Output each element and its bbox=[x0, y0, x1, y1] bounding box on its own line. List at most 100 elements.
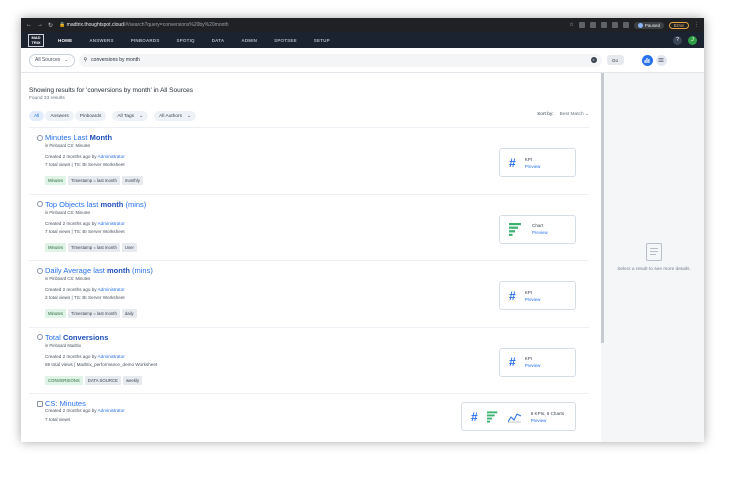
result-title[interactable]: Total Conversions bbox=[45, 333, 108, 342]
result-item[interactable]: Minutes Last Month in Pinboard CS: Minut… bbox=[29, 127, 589, 194]
pinboard-icon bbox=[37, 134, 43, 141]
author-link[interactable]: Administrator bbox=[98, 221, 125, 226]
preview-link[interactable]: Preview bbox=[525, 297, 541, 302]
result-created: Created 2 months ago by Administrator bbox=[45, 154, 125, 159]
document-icon bbox=[646, 243, 662, 261]
result-item[interactable]: Top Objects last month (mins) in Pinboar… bbox=[29, 193, 589, 261]
chevron-down-icon: ⌄ bbox=[584, 112, 589, 117]
user-avatar[interactable]: J bbox=[688, 35, 697, 45]
star-icon[interactable]: ☆ bbox=[569, 22, 573, 28]
result-location: in Pinboard CS: Minutes bbox=[45, 276, 91, 281]
result-views: 69 total views | Madtrix_performance_dem… bbox=[45, 361, 158, 367]
profile-avatar bbox=[637, 22, 643, 28]
card-type: 6 KPIs, 6 Charts bbox=[530, 410, 565, 416]
result-item[interactable]: Daily Average last month (mins) in Pinbo… bbox=[29, 260, 589, 327]
nav-spotsee[interactable]: SPOTSEE bbox=[274, 38, 297, 43]
result-location: in Pinboard CS: Minutes bbox=[45, 209, 91, 215]
extension-icon[interactable] bbox=[578, 22, 585, 28]
preview-link[interactable]: Preview bbox=[525, 164, 541, 169]
error-button[interactable]: Error bbox=[669, 21, 689, 29]
tags-dropdown-label: All Tags bbox=[117, 113, 135, 119]
browser-window: ← → ↻ 🔒 madtrix.thoughtspot.cloud/#/sear… bbox=[21, 18, 704, 442]
kpi-icon: # bbox=[509, 155, 516, 170]
nav-pinboards[interactable]: PINBOARDS bbox=[131, 38, 160, 43]
extension-icon[interactable] bbox=[589, 22, 596, 28]
go-button[interactable]: Go bbox=[606, 55, 624, 65]
chevron-down-icon: ⌄ bbox=[139, 113, 144, 119]
url-host: madtrix.thoughtspot.cloud bbox=[66, 22, 124, 28]
list-view-button[interactable] bbox=[655, 54, 667, 66]
lock-icon: 🔒 bbox=[59, 22, 66, 28]
nav-data[interactable]: DATA bbox=[212, 38, 225, 43]
filter-answers[interactable]: Answers bbox=[45, 111, 74, 121]
app-header: MAD TRIX HOME ANSWERS PINBOARDS SPOTIQ D… bbox=[21, 32, 704, 48]
result-item[interactable]: CS: Minutes Created 2 months ago by Admi… bbox=[29, 393, 589, 442]
clear-icon[interactable]: × bbox=[590, 57, 597, 63]
result-tags: Minutes Timestamp = last month monthly bbox=[45, 176, 143, 185]
authors-dropdown-label: All Authors bbox=[159, 113, 183, 119]
extension-icon[interactable] bbox=[600, 22, 607, 28]
puzzle-icon[interactable] bbox=[622, 22, 629, 28]
author-link[interactable]: Administrator bbox=[98, 408, 125, 413]
chart-view-button[interactable] bbox=[641, 54, 653, 66]
preview-link[interactable]: Preview bbox=[532, 230, 548, 235]
preview-link[interactable]: Preview bbox=[531, 418, 564, 423]
sort-label: Sort by: bbox=[537, 112, 554, 117]
help-button[interactable]: ? bbox=[673, 35, 682, 45]
created-text: Created 2 months ago by bbox=[45, 353, 98, 359]
reload-icon[interactable]: ↻ bbox=[48, 22, 53, 29]
result-title-match: month bbox=[100, 199, 124, 209]
sort-dropdown[interactable]: Best Match ⌄ bbox=[560, 112, 589, 117]
back-icon[interactable]: ← bbox=[26, 22, 32, 29]
extension-icon[interactable] bbox=[611, 22, 618, 28]
url-path: /#/search?query=conversions%20by%20month bbox=[123, 22, 229, 28]
result-views: 7 total views | TS: BI Server Worksheet bbox=[45, 228, 125, 234]
result-title[interactable]: Daily Average last month (mins) bbox=[45, 266, 153, 275]
result-title[interactable]: Minutes Last Month bbox=[45, 133, 112, 142]
author-link[interactable]: Administrator bbox=[98, 354, 125, 359]
preview-link[interactable]: Preview bbox=[525, 363, 541, 368]
filter-all[interactable]: All bbox=[29, 111, 45, 121]
chevron-down-icon: ⌄ bbox=[187, 113, 192, 119]
nav-admin[interactable]: ADMIN bbox=[241, 38, 257, 43]
madtrix-logo[interactable]: MAD TRIX bbox=[28, 33, 44, 47]
address-bar[interactable]: 🔒 madtrix.thoughtspot.cloud/#/search?que… bbox=[59, 22, 229, 28]
card-type: Chart bbox=[532, 223, 544, 228]
preview-card[interactable]: # KPI Preview bbox=[499, 148, 576, 177]
sources-label: All Sources bbox=[35, 57, 61, 63]
sort-value: Best Match bbox=[559, 112, 584, 117]
tag: weekly bbox=[122, 375, 143, 385]
filter-pinboards[interactable]: Pinboards bbox=[74, 111, 107, 121]
result-item[interactable]: Total Conversions in Pinboard Madtrix Cr… bbox=[29, 326, 589, 394]
logo-line2: TRIX bbox=[31, 40, 41, 45]
created-text: Created 2 months ago by bbox=[45, 408, 98, 413]
preview-card[interactable]: Chart Preview bbox=[499, 214, 576, 244]
tag: daily bbox=[121, 309, 137, 318]
search-input[interactable]: ⚲ conversions by month × bbox=[78, 53, 602, 67]
result-title[interactable]: Top Objects last month (mins) bbox=[45, 200, 146, 209]
preview-card[interactable]: # 6 KPIs, 6 Charts Preview bbox=[461, 402, 576, 431]
author-link[interactable]: Administrator bbox=[98, 154, 125, 159]
paused-label: Paused bbox=[644, 22, 660, 28]
result-title-text: CS: Minutes bbox=[45, 399, 86, 408]
tags-dropdown[interactable]: All Tags ⌄ bbox=[112, 111, 149, 121]
pinboard-icon bbox=[37, 267, 43, 274]
preview-card[interactable]: # KPI Preview bbox=[499, 347, 576, 377]
nav-answers[interactable]: ANSWERS bbox=[89, 38, 113, 43]
tag: Timestamp = last month bbox=[68, 242, 120, 252]
search-query: conversions by month bbox=[91, 57, 140, 63]
sources-dropdown[interactable]: All Sources ⌄ bbox=[29, 53, 75, 67]
bar-chart-icon bbox=[509, 222, 521, 236]
nav-home[interactable]: HOME bbox=[58, 38, 72, 43]
author-link[interactable]: Administrator bbox=[98, 287, 125, 292]
nav-setup[interactable]: SETUP bbox=[314, 38, 330, 43]
result-title-suffix: (mins) bbox=[123, 199, 147, 209]
profile-button[interactable]: Paused bbox=[633, 21, 664, 29]
preview-card[interactable]: # KPI Preview bbox=[499, 281, 576, 310]
result-title-text: Total bbox=[45, 332, 63, 342]
menu-icon[interactable]: ⋮ bbox=[694, 22, 699, 28]
nav-spotiq[interactable]: SPOTIQ bbox=[177, 38, 195, 43]
forward-icon[interactable]: → bbox=[37, 22, 43, 29]
authors-dropdown[interactable]: All Authors ⌄ bbox=[154, 111, 197, 121]
result-title[interactable]: CS: Minutes bbox=[45, 399, 86, 408]
